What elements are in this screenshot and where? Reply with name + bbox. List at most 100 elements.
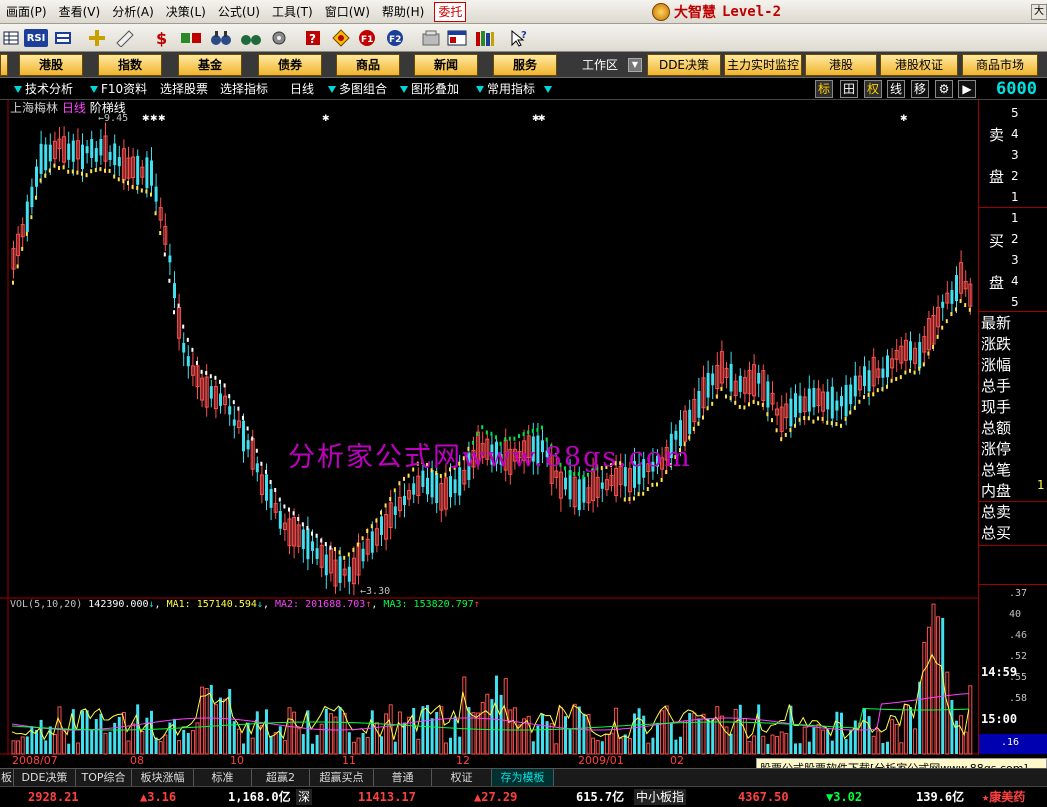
candle <box>301 523 305 563</box>
candle <box>347 556 351 595</box>
volume-bar <box>480 701 485 755</box>
nav-button-dde[interactable]: DDE决策 <box>647 54 721 76</box>
sz-label[interactable]: 深 <box>296 789 313 805</box>
tab-save-template[interactable]: 存为模板 <box>492 769 554 786</box>
compare-icon[interactable] <box>180 27 202 49</box>
window-icon[interactable] <box>446 27 468 49</box>
weituo-button[interactable]: 委托 <box>434 1 467 22</box>
line-button[interactable]: 线 <box>887 80 905 98</box>
binoculars-icon[interactable] <box>240 27 262 49</box>
ma2-value: 201688.703 <box>305 599 366 610</box>
stair-dot <box>849 410 852 415</box>
move-button[interactable]: 移 <box>911 80 929 98</box>
nav-button-commodity[interactable]: 商品 <box>336 54 400 76</box>
workspace-label[interactable]: 工作区 <box>582 56 618 74</box>
grid-layout-button[interactable]: 田 <box>840 80 858 98</box>
tool-select-indicator[interactable]: 选择指标 <box>220 80 268 98</box>
info-star-icon[interactable]: ✱ <box>538 114 546 124</box>
rights-button[interactable]: 权 <box>864 80 882 98</box>
tool-daily-line[interactable]: 日线 <box>290 80 314 98</box>
menu-item-analysis[interactable]: 分析(A) <box>106 0 160 24</box>
grid-icon[interactable] <box>0 27 22 49</box>
disk-icon[interactable]: F2 <box>384 27 406 49</box>
table-icon[interactable] <box>52 27 74 49</box>
rsi-icon[interactable]: RSI <box>24 29 48 47</box>
settings-gear-icon[interactable]: ⚙ <box>935 80 953 98</box>
f10-icon[interactable]: F1 <box>356 27 378 49</box>
panel-separator <box>979 311 1047 312</box>
ruler-icon[interactable] <box>114 27 136 49</box>
binoculars-icon[interactable] <box>210 27 232 49</box>
candle <box>733 373 738 404</box>
kline-chart[interactable]: ✱ ✱ ✱ ✱ ✱✱ ✱ <box>0 100 978 755</box>
stair-dot <box>35 195 37 200</box>
info-star-icon[interactable]: ✱ <box>142 114 150 124</box>
info-star-icon[interactable]: ✱ <box>150 114 158 124</box>
menu-item-tools[interactable]: 工具(T) <box>266 0 319 24</box>
volume-bar <box>453 716 457 754</box>
volume-bar <box>57 706 62 755</box>
crosshair-icon[interactable] <box>86 27 108 49</box>
tool-f10[interactable]: F10资料 <box>90 80 147 98</box>
menu-item-window[interactable]: 窗口(W) <box>319 0 376 24</box>
nav-button-main-monitor[interactable]: 主力实时监控 <box>724 54 802 76</box>
menu-item-screen[interactable]: 画面(P) <box>0 0 53 24</box>
dollar-icon[interactable]: $ <box>150 27 172 49</box>
tool-overlay[interactable]: 图形叠加 <box>400 80 459 98</box>
info-star-icon[interactable]: ✱ <box>900 114 908 124</box>
stair-dot <box>191 347 194 352</box>
nav-button-index[interactable]: 指数 <box>98 54 162 76</box>
tool-technical-analysis[interactable]: 技术分析 <box>14 80 73 98</box>
tool-common-indicators-dropdown[interactable] <box>544 80 555 98</box>
stair-dot <box>90 169 93 174</box>
tab-normal[interactable]: 普通 <box>374 769 432 786</box>
play-icon[interactable]: ▶ <box>958 80 976 98</box>
menu-item-help[interactable]: 帮助(H) <box>376 0 430 24</box>
news-ticker[interactable]: ★康美药 <box>982 789 1025 805</box>
info-star-icon[interactable]: ✱ <box>158 114 166 124</box>
tab-chaoying-buy[interactable]: 超赢买点 <box>310 769 374 786</box>
tool-select-stock[interactable]: 选择股票 <box>160 80 208 98</box>
tab-chaoying2[interactable]: 超赢2 <box>252 769 310 786</box>
volume-bar <box>881 743 885 754</box>
stair-dot <box>200 369 203 374</box>
tool-multi-chart[interactable]: 多图组合 <box>328 80 387 98</box>
candle <box>936 295 941 339</box>
stair-dot <box>104 168 106 173</box>
stair-dot <box>99 167 102 172</box>
menu-item-view[interactable]: 查看(V) <box>53 0 107 24</box>
gear-icon[interactable] <box>268 27 290 49</box>
tab-standard[interactable]: 标准 <box>194 769 252 786</box>
stair-dot <box>872 392 875 397</box>
tab-board[interactable]: 板 <box>0 769 14 786</box>
nav-button-fund[interactable]: 基金 <box>178 54 242 76</box>
menu-item-decision[interactable]: 决策(L) <box>160 0 212 24</box>
nav-button-news[interactable]: 新闻 <box>414 54 478 76</box>
nav-button-hk-stocks[interactable]: 港股 <box>19 54 83 76</box>
books-icon[interactable] <box>474 27 496 49</box>
tab-warrant[interactable]: 权证 <box>432 769 492 786</box>
stair-dot <box>734 400 737 405</box>
volume-bar <box>582 713 586 754</box>
help-query-icon[interactable]: ? <box>302 27 324 49</box>
diamond-icon[interactable] <box>330 27 352 49</box>
volume-bar <box>365 737 370 755</box>
mark-button[interactable]: 标 <box>815 80 833 98</box>
zxb-label[interactable]: 中小板指 <box>634 789 687 805</box>
tab-board-rise[interactable]: 板块涨幅 <box>132 769 194 786</box>
help-pointer-icon[interactable]: ? <box>508 27 530 49</box>
nav-button-bond[interactable]: 债券 <box>258 54 322 76</box>
tab-dde[interactable]: DDE决策 <box>14 769 76 786</box>
folder-icon[interactable] <box>420 27 442 49</box>
nav-button-hk-stocks-2[interactable]: 港股 <box>805 54 877 76</box>
workspace-dropdown-icon[interactable]: ▼ <box>628 58 642 72</box>
nav-button-service[interactable]: 服务 <box>493 54 557 76</box>
tab-top[interactable]: TOP综合 <box>76 769 132 786</box>
nav-button-hk-warrants[interactable]: 港股权证 <box>880 54 958 76</box>
menu-scroll-button[interactable]: 大 <box>1031 4 1047 20</box>
tool-common-indicators[interactable]: 常用指标 <box>476 80 535 98</box>
volume-bar <box>779 731 784 755</box>
menu-item-formula[interactable]: 公式(U) <box>212 0 266 24</box>
nav-button-commodity-market[interactable]: 商品市场 <box>962 54 1038 76</box>
info-star-icon[interactable]: ✱ <box>322 114 330 124</box>
